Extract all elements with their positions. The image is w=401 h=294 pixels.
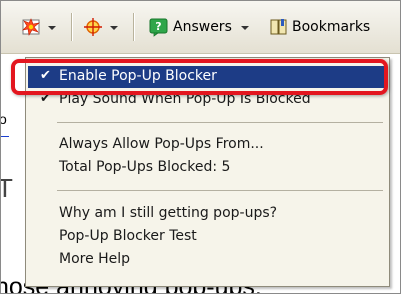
answers-label: Answers (173, 19, 232, 35)
page-heading-fragment: T (1, 173, 13, 204)
menu-item-more-help[interactable]: More Help (28, 249, 387, 271)
crosshair-icon (84, 18, 102, 36)
menu-item-label: Always Allow Pop-Ups From... (59, 136, 264, 152)
menu-item-total-blocked[interactable]: Total Pop-Ups Blocked: 5 (28, 157, 387, 179)
link-underline-fragment (1, 136, 9, 137)
popup-blocker-icon (22, 18, 41, 36)
menu-item-always-allow[interactable]: Always Allow Pop-Ups From... (28, 134, 387, 156)
bookmarks-button[interactable]: Bookmarks (269, 15, 400, 39)
toolbar: ? Answers Bookmarks (1, 1, 400, 54)
screenshot-frame: ? Answers Bookmarks o T hose annoying po… (0, 0, 401, 294)
menu-item-label: Pop-Up Blocker Test (59, 228, 197, 244)
chevron-down-icon (48, 26, 56, 30)
chevron-down-icon (110, 26, 118, 30)
bookmarks-label: Bookmarks (292, 19, 371, 35)
answers-icon: ? (149, 18, 168, 37)
chevron-down-icon (241, 26, 249, 30)
bookmarks-icon (270, 19, 287, 35)
menu-item-blocker-test[interactable]: Pop-Up Blocker Test (28, 226, 387, 248)
menu-item-label: Why am I still getting pop-ups? (59, 205, 278, 221)
menu-item-label: Total Pop-Ups Blocked: 5 (59, 159, 231, 175)
toolbar-divider (133, 13, 134, 41)
highlight-outline (11, 59, 388, 95)
svg-text:?: ? (155, 20, 161, 33)
highlight-button[interactable] (83, 15, 127, 39)
popup-blocker-button[interactable] (21, 15, 65, 39)
toolbar-divider (71, 13, 72, 41)
answers-button[interactable]: ? Answers (149, 15, 257, 39)
menu-item-why-popups[interactable]: Why am I still getting pop-ups? (28, 203, 387, 225)
menu-item-label: More Help (59, 251, 131, 267)
page-text-fragment: o (1, 111, 7, 127)
menu-separator (57, 190, 383, 191)
menu-separator (57, 122, 383, 123)
